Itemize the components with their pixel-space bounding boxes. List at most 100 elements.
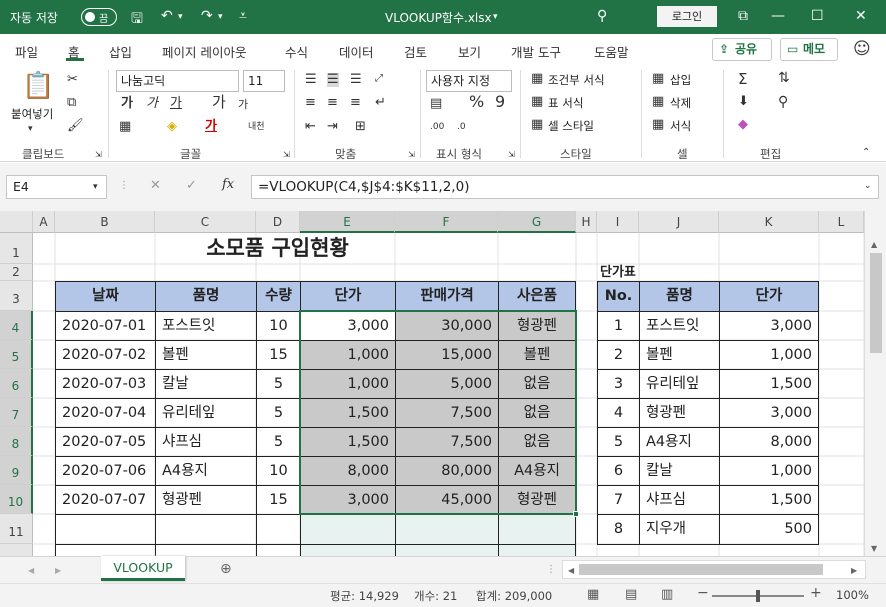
name-box-dropdown-icon[interactable]: ▾ [93, 180, 98, 194]
italic-icon[interactable]: 가 [146, 97, 158, 111]
lookup-no[interactable]: 3 [597, 369, 640, 399]
scroll-down-icon[interactable]: ▼ [871, 542, 877, 556]
zoom-level[interactable]: 100% [836, 588, 869, 602]
lookup-item[interactable]: 유리테잎 [639, 369, 720, 399]
lookup-no[interactable]: 1 [597, 311, 640, 341]
format-cells-button[interactable]: 서식 [670, 118, 691, 134]
wrap-text-icon[interactable]: ↵ [375, 96, 386, 110]
row-header-6[interactable]: 6 [0, 369, 33, 398]
align-right-icon[interactable]: ≡ [350, 96, 361, 110]
underline-icon[interactable]: 가 [170, 97, 182, 111]
col-header-j[interactable]: J [639, 211, 719, 233]
row-header-1[interactable]: 1 [0, 233, 33, 264]
comma-style-icon[interactable]: 9 [495, 94, 505, 110]
empty-cell[interactable] [155, 544, 257, 556]
col-header-g[interactable]: G [498, 211, 576, 233]
col-header-h[interactable]: H [576, 211, 597, 233]
copy-icon[interactable]: ⧉ [67, 96, 76, 110]
smiley-feedback-icon[interactable]: ☺ [853, 39, 871, 59]
zoom-slider-thumb[interactable] [756, 590, 760, 602]
autosave-toggle[interactable]: 끔 [81, 8, 117, 26]
cell-date[interactable]: 2020-07-03 [55, 369, 156, 399]
phonetic-icon[interactable]: 내천 [248, 120, 265, 134]
increase-font-icon[interactable]: 가 [212, 95, 226, 110]
cell-date[interactable]: 2020-07-06 [55, 456, 156, 486]
lookup-no[interactable]: 8 [597, 514, 640, 545]
find-select-icon[interactable]: ⚲ [778, 95, 788, 109]
number-launcher-icon[interactable]: ⇲ [508, 148, 515, 162]
cell-qty[interactable]: 10 [256, 311, 301, 341]
col-header-a[interactable]: A [33, 211, 55, 233]
minimize-icon[interactable]: — [771, 8, 785, 24]
font-color-icon[interactable]: 가 [205, 120, 217, 134]
cell-item[interactable]: A4용지 [155, 456, 257, 486]
font-launcher-icon[interactable]: ⇲ [283, 148, 290, 162]
row-header-10[interactable]: 10 [0, 485, 33, 514]
col-header-k[interactable]: K [719, 211, 819, 233]
header-sale-price[interactable]: 판매가격 [395, 281, 499, 312]
align-bottom-icon[interactable]: ☰ [350, 73, 362, 87]
align-center-icon[interactable]: ≡ [327, 96, 338, 110]
collapse-ribbon-icon[interactable]: ⌃ [862, 146, 870, 160]
scroll-left-icon[interactable]: ◀ [568, 564, 574, 578]
lookup-item[interactable]: 샤프심 [639, 485, 720, 515]
cell-date[interactable]: 2020-07-01 [55, 311, 156, 341]
normal-view-icon[interactable]: ▦ [587, 588, 599, 602]
tab-data[interactable]: 데이터 [339, 42, 374, 61]
insert-function-icon[interactable]: fx [222, 178, 234, 192]
increase-indent-icon[interactable]: ⇥ [327, 120, 338, 134]
worksheet-grid[interactable]: A B C D E F G H I J K L 1 2 3 4 5 6 7 8 … [0, 211, 886, 556]
cell-date[interactable]: 2020-07-07 [55, 485, 156, 515]
lookup-price[interactable]: 3,000 [719, 398, 819, 428]
col-header-c[interactable]: C [155, 211, 256, 233]
font-size-box[interactable]: 11 [243, 70, 285, 92]
sheet-title[interactable]: 소모품 구입현황 [155, 233, 400, 264]
formula-input[interactable]: =VLOOKUP(C4,$J$4:$K$11,2,0) [251, 175, 879, 199]
paste-button[interactable]: 붙여넣기 [11, 106, 53, 122]
cell-item[interactable]: 샤프심 [155, 427, 257, 457]
undo-dropdown-icon[interactable]: ▾ [178, 12, 183, 22]
lookup-item[interactable]: A4용지 [639, 427, 720, 457]
close-icon[interactable]: ✕ [855, 8, 867, 24]
lookup-item[interactable]: 볼펜 [639, 340, 720, 370]
empty-cell[interactable] [256, 514, 301, 545]
col-header-l[interactable]: L [819, 211, 864, 233]
add-sheet-icon[interactable]: ⊕ [220, 562, 232, 576]
empty-cell[interactable] [300, 544, 396, 556]
lookup-item[interactable]: 지우개 [639, 514, 720, 545]
scroll-up-icon[interactable]: ▲ [871, 238, 877, 252]
cell-qty[interactable]: 10 [256, 456, 301, 486]
redo-dropdown-icon[interactable]: ▾ [218, 12, 223, 22]
tab-view[interactable]: 보기 [458, 42, 481, 61]
accounting-format-icon[interactable]: ▤ [430, 97, 442, 111]
scroll-right-icon[interactable]: ▶ [851, 564, 857, 578]
tab-insert[interactable]: 삽입 [109, 42, 132, 61]
col-header-e[interactable]: E [300, 211, 395, 233]
decrease-decimal-icon[interactable]: .0 [457, 120, 466, 134]
paste-icon[interactable]: 📋 [22, 72, 54, 100]
row-header-7[interactable]: 7 [0, 398, 33, 427]
confirm-entry-icon[interactable]: ✓ [186, 179, 197, 193]
header-date[interactable]: 날짜 [55, 281, 156, 312]
lookup-price[interactable]: 1,000 [719, 456, 819, 486]
cell-item[interactable]: 볼펜 [155, 340, 257, 370]
name-box[interactable]: E4 [6, 175, 107, 199]
empty-cell[interactable] [256, 544, 301, 556]
cancel-entry-icon[interactable]: ✕ [150, 179, 161, 193]
empty-cell[interactable] [498, 514, 576, 545]
memo-button[interactable]: ▭ 메모 [780, 38, 838, 61]
orientation-icon[interactable]: ⤢ [375, 72, 383, 86]
autosum-icon[interactable]: Σ [738, 72, 747, 87]
row-header-9[interactable]: 9 [0, 456, 33, 485]
qat-customize-icon[interactable]: ⩡ [239, 8, 247, 24]
lookup-item[interactable]: 포스트잇 [639, 311, 720, 341]
lookup-header-item[interactable]: 품명 [639, 281, 720, 312]
cell-item[interactable]: 유리테잎 [155, 398, 257, 428]
bold-icon[interactable]: 가 [121, 97, 133, 111]
cell-style-button[interactable]: 셀 스타일 [548, 118, 594, 134]
prev-sheet-icon[interactable]: ◀ [28, 564, 34, 578]
next-sheet-icon[interactable]: ▶ [55, 564, 61, 578]
page-layout-view-icon[interactable]: ▤ [625, 588, 637, 602]
lookup-header-price[interactable]: 단가 [719, 281, 819, 312]
header-gift[interactable]: 사은품 [498, 281, 576, 312]
